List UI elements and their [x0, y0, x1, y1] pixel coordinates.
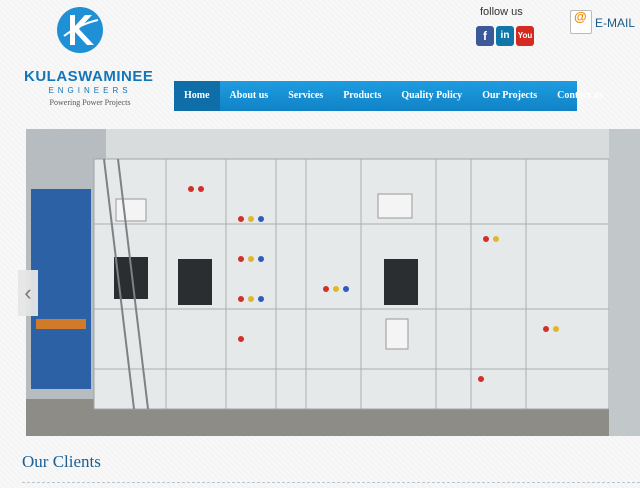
nav-quality-policy[interactable]: Quality Policy: [391, 81, 472, 111]
nav-services[interactable]: Services: [278, 81, 333, 111]
nav-contact-us[interactable]: Contact us: [547, 81, 613, 111]
site-header: KULASWAMINEE ENGINEERS Powering Power Pr…: [0, 0, 640, 120]
email-icon: @: [570, 9, 592, 34]
logo-subtitle: ENGINEERS: [48, 86, 132, 95]
main-nav: Home About us Services Products Quality …: [174, 81, 603, 111]
nav-products[interactable]: Products: [333, 81, 391, 111]
company-logo[interactable]: KULASWAMINEE ENGINEERS Powering Power Pr…: [24, 6, 164, 110]
nav-home[interactable]: Home: [174, 81, 220, 111]
logo-name: KULASWAMINEE: [24, 68, 154, 85]
facebook-icon[interactable]: f: [476, 26, 494, 46]
youtube-icon[interactable]: You: [516, 26, 534, 46]
slider-image: [26, 129, 640, 436]
logo-mark-icon: [57, 7, 103, 53]
linkedin-icon[interactable]: in: [496, 26, 514, 46]
clients-divider: [22, 482, 640, 483]
hero-slider[interactable]: ›: [26, 129, 640, 436]
clients-heading: Our Clients: [22, 452, 101, 471]
nav-our-projects[interactable]: Our Projects: [472, 81, 547, 111]
logo-tagline: Powering Power Projects: [49, 98, 131, 107]
email-label: E-MAIL: [595, 16, 636, 30]
nav-about-us[interactable]: About us: [220, 81, 279, 111]
follow-us-label: follow us: [480, 6, 523, 18]
slider-prev-button[interactable]: ‹: [18, 270, 38, 316]
follow-us: follow us f in You: [476, 6, 546, 46]
